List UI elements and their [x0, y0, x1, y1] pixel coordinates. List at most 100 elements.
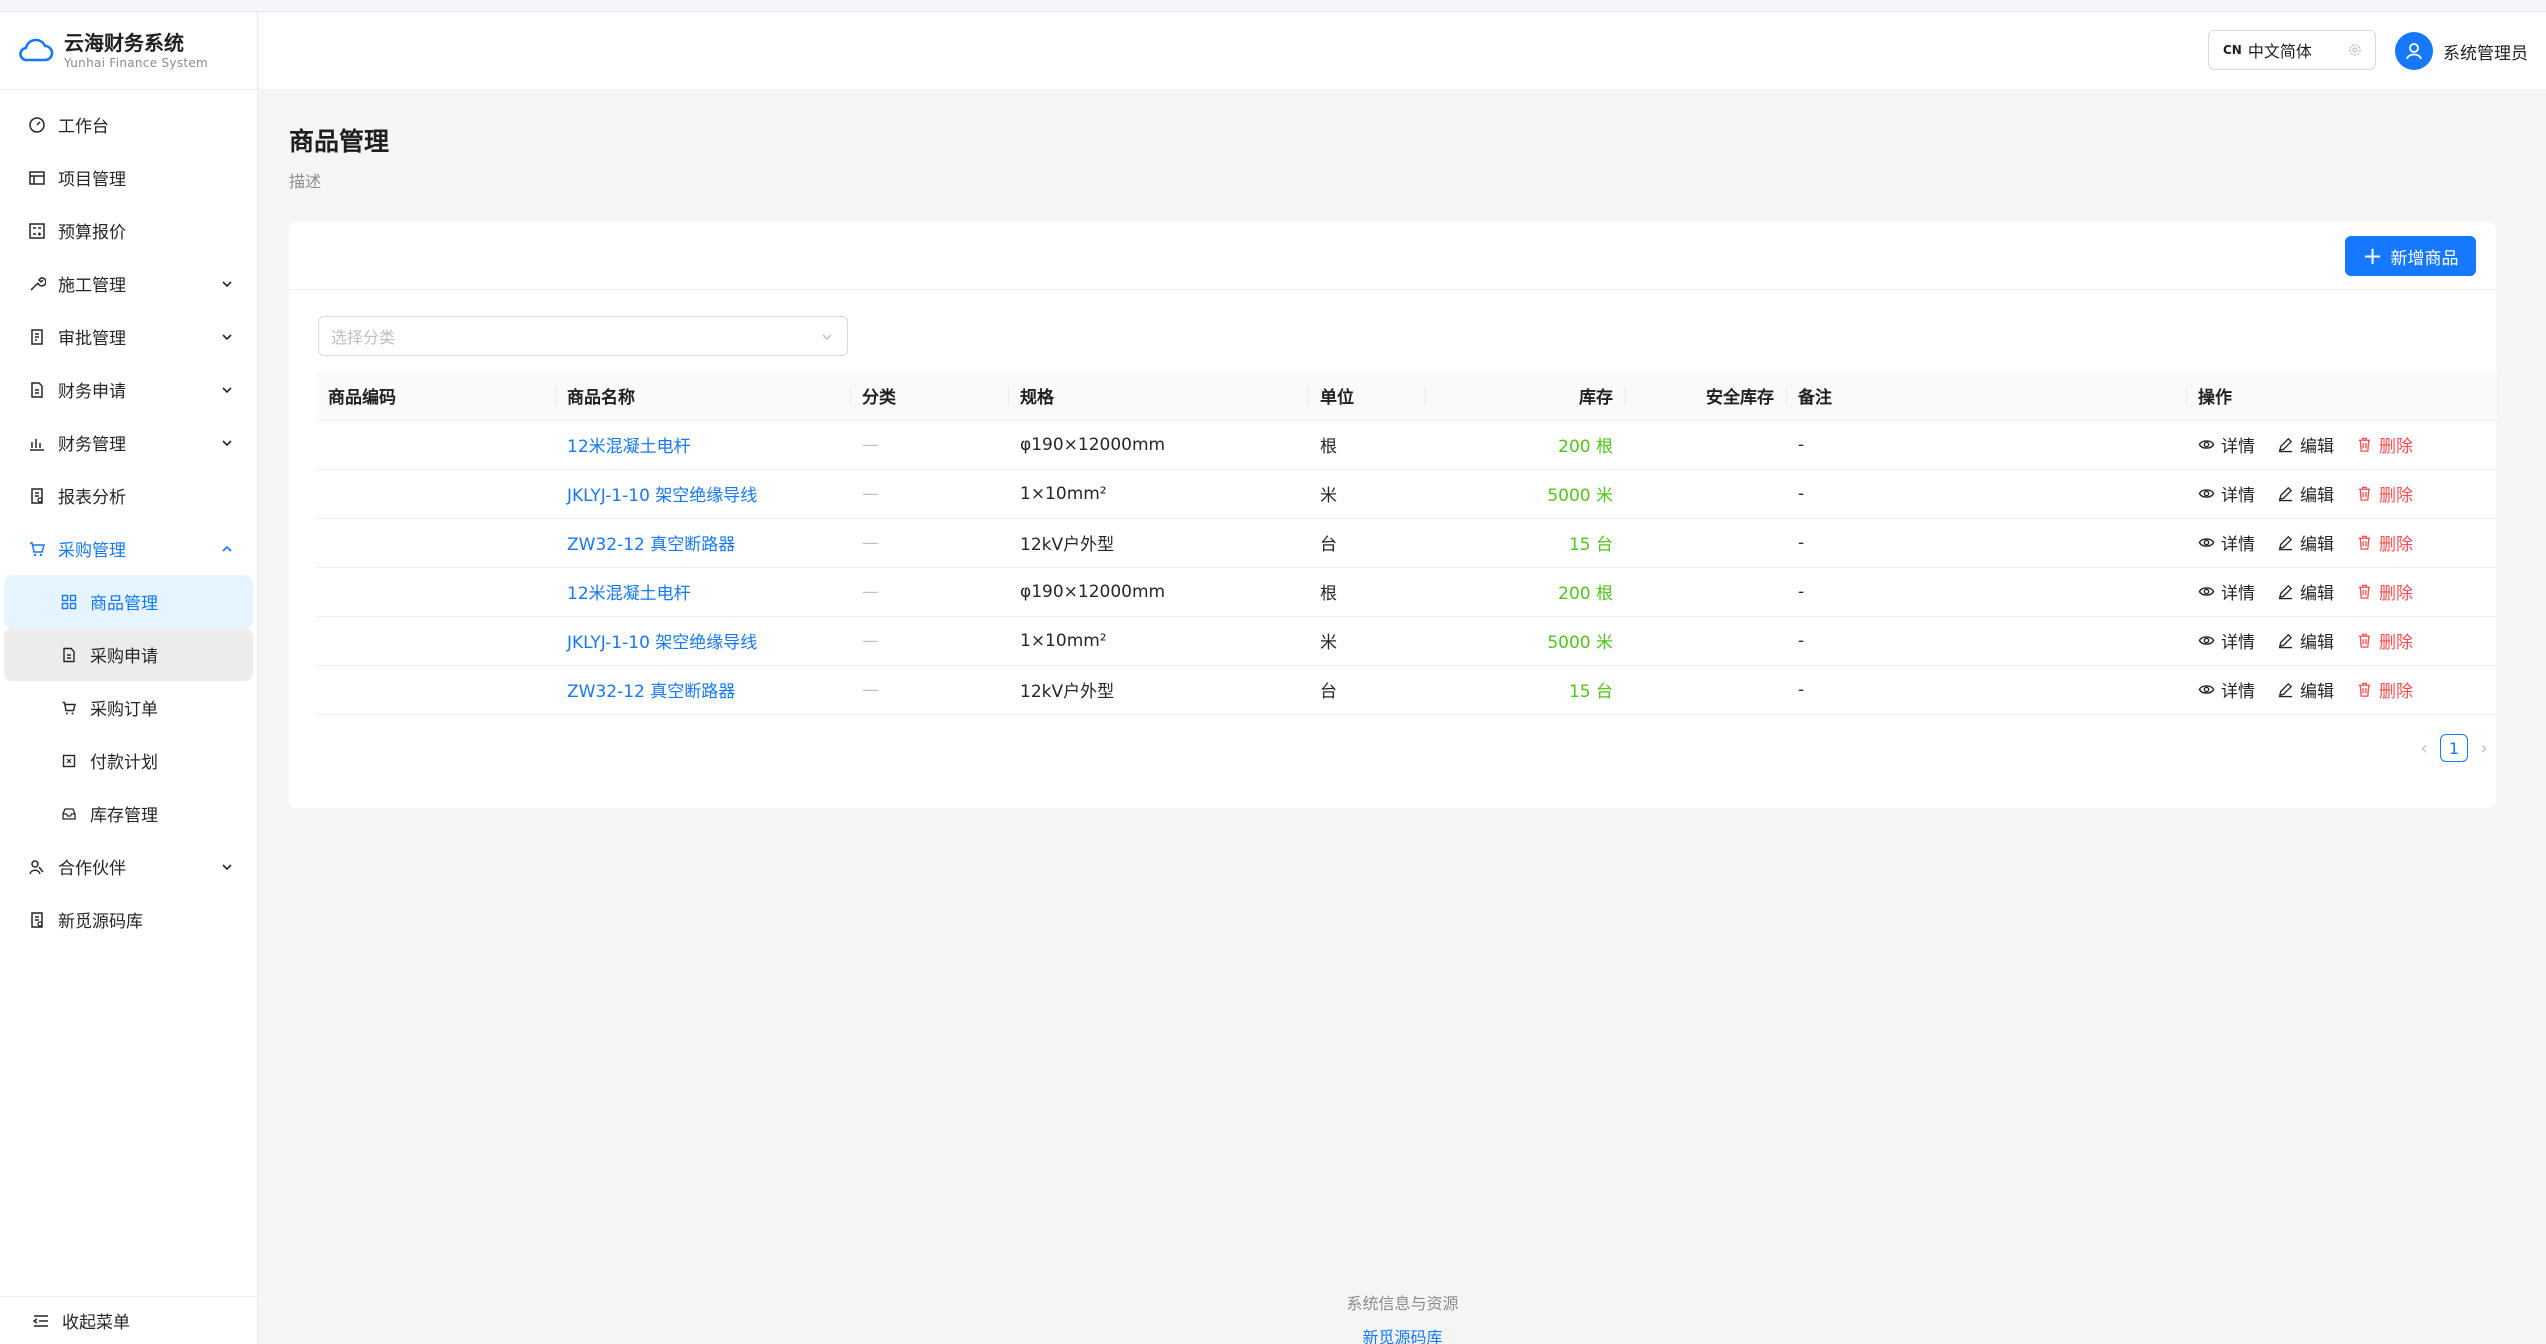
tool-icon: [28, 275, 46, 293]
sidebar-item-approval[interactable]: 审批管理: [0, 310, 257, 363]
footer-link[interactable]: 新觅源码库: [259, 1324, 2546, 1344]
eye-icon: [2198, 537, 2215, 547]
sidebar-item-source-library[interactable]: 新觅源码库: [0, 893, 257, 946]
cell-name-link[interactable]: JKLYJ-1-10 架空绝缘导线: [555, 469, 850, 519]
sidebar-subitem-inventory[interactable]: 库存管理: [4, 787, 253, 840]
sidebar-subitem-purchase-request[interactable]: 采购申请: [4, 628, 253, 681]
delete-button[interactable]: 删除: [2356, 530, 2413, 555]
detail-button[interactable]: 详情: [2198, 628, 2255, 653]
cell-code: [316, 567, 555, 617]
eye-icon: [2198, 635, 2215, 645]
page-number[interactable]: 1: [2440, 734, 2468, 762]
report-icon: [28, 911, 46, 929]
sidebar-item-purchase[interactable]: 采购管理: [0, 522, 257, 575]
cell-remark: -: [1786, 567, 2186, 617]
delete-button[interactable]: 删除: [2356, 432, 2413, 457]
sidebar-item-label: 预算报价: [58, 223, 126, 243]
sidebar-subitem-products[interactable]: 商品管理: [4, 575, 253, 628]
edit-button[interactable]: 编辑: [2277, 677, 2334, 702]
sidebar-item-projects[interactable]: 项目管理: [0, 151, 257, 204]
edit-icon: [2278, 584, 2293, 599]
table-row: JKLYJ-1-10 架空绝缘导线 —1×10mm² 米 5000 米 - 详情 编辑 删除: [316, 616, 2497, 666]
top-header: CN 中文简体 系统管理员: [259, 12, 2546, 90]
calculator-icon: [28, 222, 46, 240]
detail-button[interactable]: 详情: [2198, 579, 2255, 604]
delete-button[interactable]: 删除: [2356, 677, 2413, 702]
sidebar-item-dashboard[interactable]: 工作台: [0, 98, 257, 151]
column-header: 商品名称: [555, 372, 850, 421]
cell-category: —: [850, 420, 1008, 470]
cell-remark: -: [1786, 469, 2186, 519]
detail-button[interactable]: 详情: [2198, 481, 2255, 506]
sidebar-item-construction[interactable]: 施工管理: [0, 257, 257, 310]
dashboard-icon: [28, 116, 46, 134]
cell-name-link[interactable]: ZW32-12 真空断路器: [555, 518, 850, 568]
delete-label: 删除: [2379, 485, 2413, 506]
collapse-menu-button[interactable]: 收起菜单: [0, 1296, 258, 1344]
detail-label: 详情: [2221, 436, 2255, 457]
sidebar-subitem-label: 采购申请: [90, 647, 158, 667]
user-menu[interactable]: 系统管理员: [2395, 32, 2528, 70]
chevron-down-icon: [222, 439, 232, 446]
table-row: JKLYJ-1-10 架空绝缘导线 —1×10mm² 米 5000 米 - 详情 编辑 删除: [316, 469, 2497, 519]
cell-actions: 详情 编辑 删除: [2186, 420, 2497, 470]
edit-label: 编辑: [2300, 583, 2334, 604]
edit-icon: [2278, 486, 2293, 501]
edit-button[interactable]: 编辑: [2277, 628, 2334, 653]
sidebar-item-finance-manage[interactable]: 财务管理: [0, 416, 257, 469]
edit-button[interactable]: 编辑: [2277, 579, 2334, 604]
sidebar-subitem-purchase-order[interactable]: 采购订单: [4, 681, 253, 734]
cell-name-link[interactable]: JKLYJ-1-10 架空绝缘导线: [555, 616, 850, 666]
detail-label: 详情: [2221, 485, 2255, 506]
cell-category: —: [850, 616, 1008, 666]
cell-stock: 15 台: [1425, 665, 1625, 715]
cell-actions: 详情 编辑 删除: [2186, 469, 2497, 519]
sidebar-item-reports[interactable]: 报表分析: [0, 469, 257, 522]
column-header: 备注: [1786, 372, 2186, 421]
delete-icon: [2358, 535, 2371, 550]
column-header: 分类: [850, 372, 1008, 421]
cell-unit: 米: [1308, 616, 1425, 666]
cell-unit: 米: [1308, 469, 1425, 519]
schedule-icon: [60, 752, 78, 770]
detail-button[interactable]: 详情: [2198, 530, 2255, 555]
footer: 系统信息与资源 新觅源码库: [259, 1290, 2546, 1344]
cell-spec: 1×10mm²: [1008, 616, 1308, 666]
logo[interactable]: 云海财务系统 Yunhai Finance System: [0, 12, 257, 90]
appstore-icon: [60, 593, 78, 611]
edit-button[interactable]: 编辑: [2277, 481, 2334, 506]
cell-stock: 5000 米: [1425, 616, 1625, 666]
sidebar-item-budget[interactable]: 预算报价: [0, 204, 257, 257]
detail-button[interactable]: 详情: [2198, 677, 2255, 702]
detail-button[interactable]: 详情: [2198, 432, 2255, 457]
cell-actions: 详情 编辑 删除: [2186, 518, 2497, 568]
next-page-button[interactable]: ›: [2472, 736, 2496, 760]
cell-safety-stock: [1625, 469, 1786, 519]
edit-button[interactable]: 编辑: [2277, 432, 2334, 457]
edit-button[interactable]: 编辑: [2277, 530, 2334, 555]
page-title: 商品管理: [289, 127, 390, 156]
edit-label: 编辑: [2300, 681, 2334, 702]
delete-button[interactable]: 删除: [2356, 481, 2413, 506]
sidebar-item-finance-apply[interactable]: 财务申请: [0, 363, 257, 416]
category-select[interactable]: 选择分类: [318, 316, 848, 356]
sidebar-subitem-payment-plan[interactable]: 付款计划: [4, 734, 253, 787]
plus-icon: +: [2362, 242, 2383, 270]
delete-label: 删除: [2379, 632, 2413, 653]
language-select[interactable]: CN 中文简体: [2208, 30, 2376, 70]
cell-name-link[interactable]: 12米混凝土电杆: [555, 420, 850, 470]
app-subtitle: Yunhai Finance System: [64, 55, 209, 70]
delete-button[interactable]: 删除: [2356, 628, 2413, 653]
cell-stock: 200 根: [1425, 567, 1625, 617]
bar-chart-icon: [28, 434, 46, 452]
sidebar-item-partners[interactable]: 合作伙伴: [0, 840, 257, 893]
prev-page-button[interactable]: ‹: [2412, 736, 2436, 760]
add-product-button[interactable]: + 新增商品: [2345, 236, 2476, 276]
cell-name-link[interactable]: ZW32-12 真空断路器: [555, 665, 850, 715]
cell-name-link[interactable]: 12米混凝土电杆: [555, 567, 850, 617]
delete-button[interactable]: 删除: [2356, 579, 2413, 604]
table-row: ZW32-12 真空断路器 —12kV户外型台 15 台 - 详情 编辑 删除: [316, 518, 2497, 568]
products-table: 商品编码 商品名称 分类 规格 单位 库存 安全库存 备注 操作 12米混凝土电…: [316, 372, 2497, 715]
gear-icon: [2349, 44, 2361, 56]
sidebar-item-label: 报表分析: [58, 488, 126, 508]
